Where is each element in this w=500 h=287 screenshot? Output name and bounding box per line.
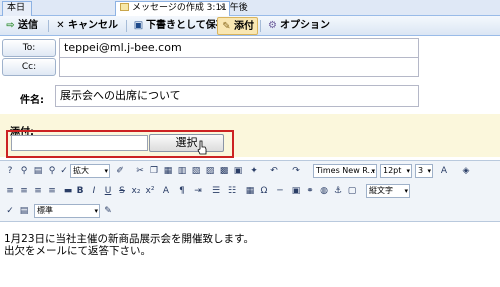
text-direction-select[interactable]: 縦文字 <box>366 184 410 198</box>
format-icon[interactable]: ✐ <box>114 165 126 177</box>
cc-field[interactable] <box>59 57 419 77</box>
send-icon: ⇨ <box>6 20 15 31</box>
paste-text-icon[interactable]: ▥ <box>176 165 188 177</box>
link-icon[interactable]: ⚭ <box>304 185 316 197</box>
options-label: オプション <box>280 20 330 31</box>
paste-html-icon[interactable]: ▨ <box>204 165 216 177</box>
horizontal-rule-icon[interactable]: ─ <box>274 185 286 197</box>
tab-today[interactable]: 本日 <box>2 1 32 16</box>
paste-word-icon[interactable]: ▧ <box>190 165 202 177</box>
italic-icon[interactable]: I <box>88 185 100 197</box>
cut-icon[interactable]: ✂ <box>134 165 146 177</box>
align-left-icon[interactable]: ≡ <box>4 185 16 197</box>
cancel-button[interactable]: ✕ キャンセル <box>52 17 121 35</box>
align-right-icon[interactable]: ≡ <box>32 185 44 197</box>
paint-icon[interactable]: ✎ <box>102 205 114 217</box>
paragraph-icon[interactable]: ¶ <box>176 185 188 197</box>
zoom-select[interactable]: 拡大 <box>70 164 110 178</box>
subscript-icon[interactable]: x₂ <box>130 185 142 197</box>
help-icon[interactable]: ? <box>4 165 16 177</box>
clean-icon[interactable]: ✦ <box>248 165 260 177</box>
paste-icon[interactable]: ▦ <box>162 165 174 177</box>
file-path-input[interactable] <box>11 135 148 151</box>
table-icon[interactable]: ▦ <box>244 185 256 197</box>
special-char-icon[interactable]: Ω <box>258 185 270 197</box>
print-icon[interactable]: ▤ <box>32 165 44 177</box>
size-number-select[interactable]: 3 <box>415 164 433 178</box>
toolbar-divider <box>126 20 127 32</box>
envelope-icon <box>120 3 129 11</box>
toolbar-divider <box>48 20 49 32</box>
save-icon: ▣ <box>133 20 144 31</box>
compose-toolbar: ⇨ 送信 ✕ キャンセル ▣ 下書きとして保存 ✎ 添付 ⚙ オプション <box>0 16 500 36</box>
to-field[interactable]: teppei@ml.j-bee.com <box>59 38 419 58</box>
close-icon[interactable]: × <box>218 2 226 15</box>
hand-cursor-icon <box>197 140 207 155</box>
zoom-icon[interactable]: ⚲ <box>18 165 30 177</box>
message-body[interactable]: 1月23日に当社主催の新商品展示会を開催致します。 出欠をメールにて返答下さい。 <box>0 223 500 287</box>
font-color-icon[interactable]: A <box>438 165 450 177</box>
cancel-icon: ✕ <box>56 20 65 31</box>
font-size-select[interactable]: 12pt <box>380 164 412 178</box>
font-family-select[interactable]: Times New R... <box>313 164 377 178</box>
cc-button[interactable]: Cc: <box>2 58 56 76</box>
highlight-color-icon[interactable]: ◈ <box>460 165 472 177</box>
save-draft-button[interactable]: ▣ 下書きとして保存 <box>130 17 229 35</box>
font-icon[interactable]: A <box>160 185 172 197</box>
copy-icon[interactable]: ❐ <box>148 165 160 177</box>
anchor-icon[interactable]: ⚓ <box>332 185 344 197</box>
underline-icon[interactable]: U <box>102 185 114 197</box>
globe-icon[interactable]: ◍ <box>318 185 330 197</box>
tab-today-label: 本日 <box>7 3 26 13</box>
attach-button[interactable]: ✎ 添付 <box>217 17 258 35</box>
send-button[interactable]: ⇨ 送信 <box>2 17 41 35</box>
editor-toolbar: ? ⚲ ▤ ⚲ ✓ 拡大 ✐ ✂ ❐ ▦ ▥ ▧ ▨ ▩ ▣ ✦ ↶ ↷ Tim… <box>0 160 500 222</box>
redo-icon[interactable]: ↷ <box>290 165 302 177</box>
subject-field[interactable]: 展示会への出席について <box>55 85 419 107</box>
indent-icon[interactable]: ⇥ <box>192 185 204 197</box>
text-style-icon[interactable]: ▬ <box>62 185 74 197</box>
superscript-icon[interactable]: x² <box>144 185 156 197</box>
send-label: 送信 <box>18 20 38 31</box>
style-icon[interactable]: ▤ <box>18 205 30 217</box>
tab-bar: 本日 メッセージの作成 3:11 午後 × <box>0 0 500 16</box>
to-button[interactable]: To: <box>2 39 56 57</box>
justify-icon[interactable]: ≡ <box>46 185 58 197</box>
align-center-icon[interactable]: ≡ <box>18 185 30 197</box>
save-draft-label: 下書きとして保存 <box>146 20 226 31</box>
cancel-label: キャンセル <box>68 20 118 31</box>
strikethrough-icon[interactable]: S <box>116 185 128 197</box>
image-icon[interactable]: ▣ <box>290 185 302 197</box>
spellcheck-icon[interactable]: ✓ <box>4 205 16 217</box>
tab-compose[interactable]: メッセージの作成 3:11 午後 × <box>115 1 248 16</box>
paperclip-icon: ✎ <box>222 21 231 32</box>
select-all-icon[interactable]: ▣ <box>232 165 244 177</box>
select-file-button[interactable]: 選択 <box>149 134 224 152</box>
find-icon[interactable]: ⚲ <box>46 165 58 177</box>
numbered-list-icon[interactable]: ☰ <box>210 185 222 197</box>
box-icon[interactable]: ▢ <box>346 185 358 197</box>
body-line: 1月23日に当社主催の新商品展示会を開催致します。 <box>4 233 254 245</box>
subject-label: 件名: <box>20 95 44 106</box>
tab-compose-label: メッセージの作成 3:11 午後 <box>132 3 248 13</box>
attach-label: 添付 <box>234 21 254 32</box>
gear-icon: ⚙ <box>268 20 277 31</box>
bold-icon[interactable]: B <box>74 185 86 197</box>
bullet-list-icon[interactable]: ☷ <box>226 185 238 197</box>
spell-icon[interactable]: ✓ <box>58 165 70 177</box>
options-button[interactable]: ⚙ オプション <box>264 17 333 35</box>
body-line: 出欠をメールにて返答下さい。 <box>4 245 151 257</box>
paste-plain-icon[interactable]: ▩ <box>218 165 230 177</box>
toolbar-divider <box>260 20 261 32</box>
style-select[interactable]: 標準 <box>34 204 100 218</box>
undo-icon[interactable]: ↶ <box>268 165 280 177</box>
